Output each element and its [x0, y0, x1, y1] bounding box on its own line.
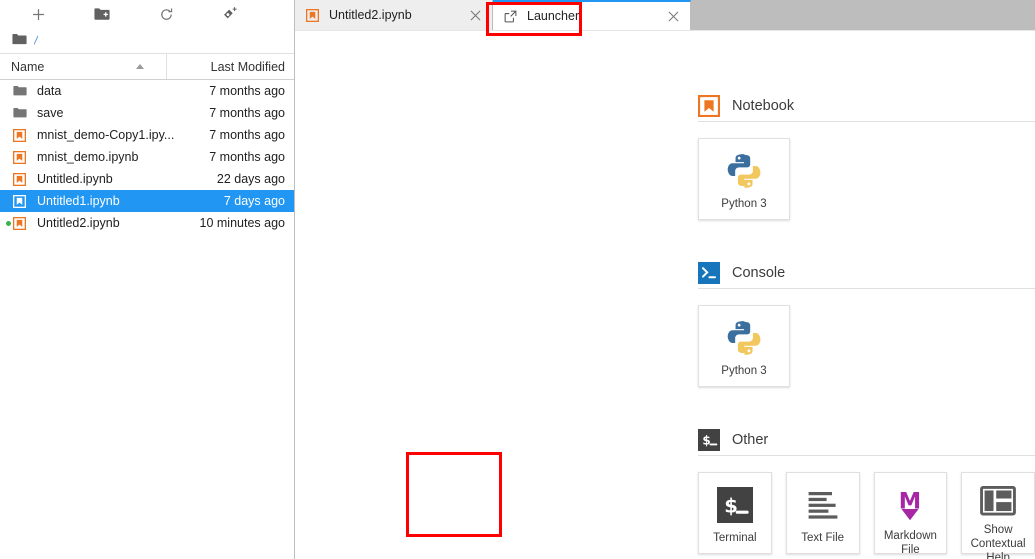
kernel-running-indicator: [6, 133, 11, 138]
close-icon[interactable]: [665, 8, 681, 24]
tab-bar: Untitled2.ipynb Launcher: [295, 0, 1035, 30]
launcher-card-terminal[interactable]: $ Terminal: [698, 472, 772, 554]
notebook-icon: [13, 217, 30, 230]
launcher-card-label: Markdown File: [875, 529, 947, 558]
folder-icon: [13, 107, 30, 118]
file-last-modified: 7 months ago: [209, 150, 285, 164]
file-list-item[interactable]: Untitled.ipynb22 days ago: [0, 168, 294, 190]
launcher-card-python-3[interactable]: Python 3: [698, 305, 790, 387]
file-list-item[interactable]: mnist_demo-Copy1.ipy...7 months ago: [0, 124, 294, 146]
kernel-running-indicator: [6, 155, 11, 160]
notebook-icon: [306, 9, 321, 22]
upload-button[interactable]: [198, 0, 262, 28]
file-list: data7 months agosave7 months agomnist_de…: [0, 80, 294, 559]
new-launcher-button[interactable]: [6, 0, 70, 28]
card-row: Python 3: [698, 289, 1035, 387]
section-header: Console: [698, 258, 1035, 288]
breadcrumb-root[interactable]: /: [34, 33, 38, 48]
launcher-panel: Notebook Python 3Console Python 3$Other$…: [295, 30, 1035, 559]
markdown-icon: M: [892, 486, 928, 522]
terminal-icon: $: [698, 429, 720, 451]
launcher-card-python-3[interactable]: Python 3: [698, 138, 790, 220]
column-header-last-modified[interactable]: Last Modified: [167, 54, 294, 79]
launcher-card-label: Python 3: [718, 364, 769, 378]
notebook-icon: [13, 129, 30, 142]
notebook-icon: [13, 195, 30, 208]
terminal-icon: $: [717, 486, 753, 524]
jupyterlab-window: / Name Last Modified data7 months agosav…: [0, 0, 1035, 559]
file-browser-panel: / Name Last Modified data7 months agosav…: [0, 0, 295, 559]
notebook-icon: [13, 151, 30, 164]
new-folder-button[interactable]: [70, 0, 134, 28]
notebook-icon: [13, 173, 30, 186]
launcher-section-console: Console Python 3: [295, 258, 1035, 387]
launcher-card-label: Show Contextual Help: [962, 523, 1034, 559]
launcher-card-show-contextual-help[interactable]: Show Contextual Help: [961, 472, 1035, 554]
file-last-modified: 7 months ago: [209, 128, 285, 142]
launcher-card-text-file[interactable]: Text File: [786, 472, 860, 554]
section-title: Notebook: [732, 98, 794, 114]
section-title: Console: [732, 265, 785, 281]
launcher-card-markdown-file[interactable]: M Markdown File: [874, 472, 948, 554]
file-list-item[interactable]: save7 months ago: [0, 102, 294, 124]
file-list-item[interactable]: Untitled1.ipynb7 days ago: [0, 190, 294, 212]
file-name: mnist_demo-Copy1.ipy...: [37, 128, 209, 142]
close-icon[interactable]: [467, 7, 483, 23]
launcher-card-label: Python 3: [718, 197, 769, 211]
file-list-item[interactable]: Untitled2.ipynb10 minutes ago: [0, 212, 294, 234]
notebook-section-icon: [698, 95, 720, 117]
tab-untitled2-ipynb[interactable]: Untitled2.ipynb: [295, 0, 493, 30]
file-list-item[interactable]: data7 months ago: [0, 80, 294, 102]
text-file-icon: [805, 486, 841, 524]
python-icon: [725, 152, 763, 190]
breadcrumb[interactable]: /: [0, 28, 294, 54]
card-row: $ Terminal Text File M Markdown File Show…: [698, 456, 1035, 554]
file-name: Untitled2.ipynb: [37, 216, 200, 230]
kernel-running-indicator: [6, 199, 11, 204]
file-browser-toolbar: [0, 0, 294, 28]
launcher-section-notebook: Notebook Python 3: [295, 91, 1035, 220]
file-last-modified: 7 months ago: [209, 106, 285, 120]
svg-text:$: $: [702, 434, 710, 448]
main-area: Untitled2.ipynb Launcher Notebook Python …: [295, 0, 1035, 559]
section-header: $ Other: [698, 425, 1035, 455]
file-last-modified: 22 days ago: [217, 172, 285, 186]
kernel-running-indicator: [6, 89, 11, 94]
file-last-modified: 7 months ago: [209, 84, 285, 98]
card-row: Python 3: [698, 122, 1035, 220]
file-list-header: Name Last Modified: [0, 54, 294, 80]
kernel-running-indicator: [6, 177, 11, 182]
folder-icon: [13, 85, 30, 96]
section-title: Other: [732, 432, 768, 448]
file-list-item[interactable]: mnist_demo.ipynb7 months ago: [0, 146, 294, 168]
tab-launcher[interactable]: Launcher: [493, 0, 691, 30]
launcher-card-label: Text File: [798, 531, 847, 545]
python-icon: [725, 319, 763, 357]
file-name: mnist_demo.ipynb: [37, 150, 209, 164]
file-name: data: [37, 84, 209, 98]
launcher-card-label: Terminal: [710, 531, 759, 545]
kernel-running-indicator: [6, 221, 11, 226]
column-header-name[interactable]: Name: [0, 54, 167, 79]
file-last-modified: 10 minutes ago: [200, 216, 285, 230]
svg-text:$: $: [724, 495, 738, 518]
file-last-modified: 7 days ago: [224, 194, 285, 208]
contextual-help-icon: [980, 486, 1016, 516]
tab-label: Launcher: [527, 9, 665, 23]
file-name: Untitled1.ipynb: [37, 194, 224, 208]
launcher-icon: [504, 10, 519, 23]
folder-icon: [12, 32, 27, 50]
section-header: Notebook: [698, 91, 1035, 121]
console-icon: [698, 262, 720, 284]
tab-label: Untitled2.ipynb: [329, 8, 467, 22]
kernel-running-indicator: [6, 111, 11, 116]
file-name: Untitled.ipynb: [37, 172, 217, 186]
file-name: save: [37, 106, 209, 120]
refresh-button[interactable]: [134, 0, 198, 28]
sort-ascending-icon: [136, 64, 144, 69]
launcher-section-other: $ Other $ Terminal Text File M Markdown Fil…: [295, 425, 1035, 554]
